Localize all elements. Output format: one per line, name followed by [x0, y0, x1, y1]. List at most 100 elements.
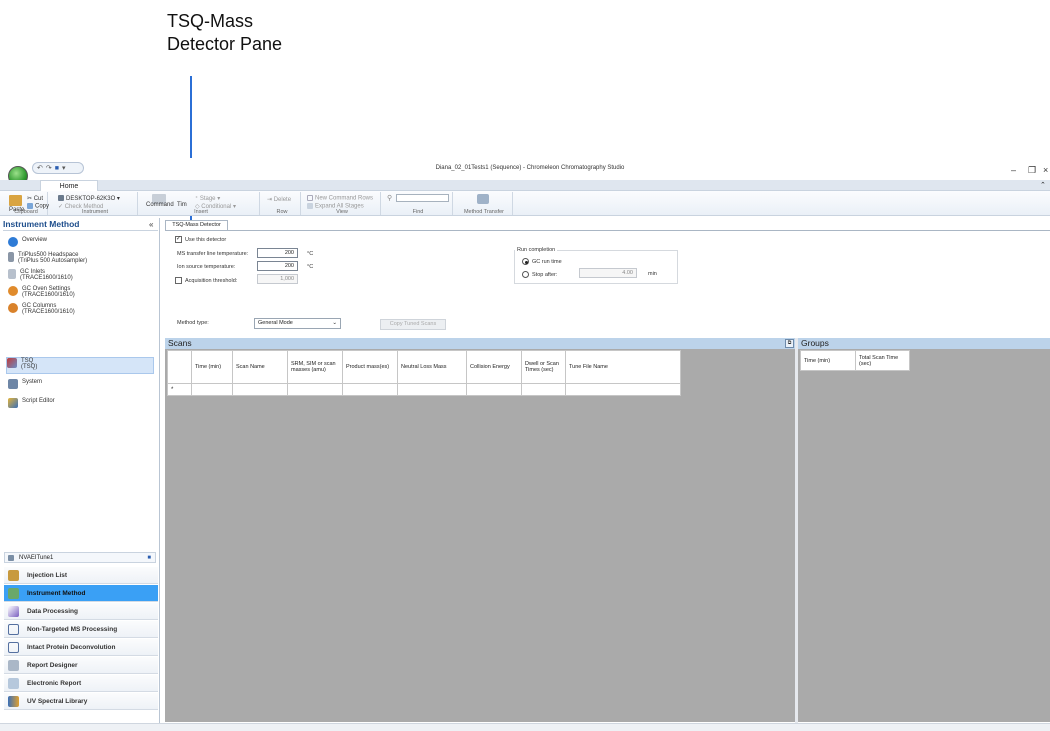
use-detector-checkbox[interactable]: ✓ Use this detector — [175, 236, 226, 243]
temp-unit: °C — [307, 264, 314, 270]
command-button[interactable]: Command — [146, 202, 174, 208]
save-icon[interactable]: ■ — [147, 555, 151, 561]
undo-icon[interactable]: ↶ — [37, 164, 43, 172]
table-cell[interactable] — [521, 383, 566, 396]
nav-uv-spectral-library[interactable]: UV Spectral Library — [4, 693, 158, 710]
callout-label: TSQ-Mass Detector Pane — [167, 11, 283, 54]
nav-item-tsq[interactable]: TSQ (TSQ) — [6, 357, 154, 374]
quick-access-toolbar[interactable]: ↶ ↷ ■ ▾ — [32, 162, 84, 174]
method-type-select[interactable]: General Mode ⌄ — [254, 318, 341, 329]
instrument-selector[interactable]: DESKTOP-62K3O ▾ — [58, 195, 120, 202]
collapse-pane-button[interactable]: « — [149, 220, 153, 229]
table-row[interactable]: * — [167, 383, 681, 396]
ribbon-group-label: Insert — [194, 209, 208, 215]
pane-title: Instrument Method — [3, 219, 158, 231]
column-header[interactable]: Scan Name — [232, 350, 288, 384]
scissors-icon: ✂ — [27, 196, 34, 202]
table-cell[interactable] — [565, 383, 681, 396]
status-bar — [0, 723, 1050, 731]
groups-table[interactable]: Time (min) Total Scan Time (sec) — [800, 350, 910, 371]
method-type-label: Method type: — [177, 320, 209, 326]
info-icon — [8, 237, 18, 247]
table-cell[interactable] — [397, 383, 467, 396]
column-header[interactable]: Collision Energy — [466, 350, 522, 384]
nav-item-gc-oven[interactable]: GC Oven Settings (TRACE1600/1610) — [8, 286, 156, 298]
inlet-icon — [8, 269, 16, 279]
column-header[interactable]: Total Scan Time (sec) — [855, 350, 910, 371]
table-cell[interactable] — [232, 383, 288, 396]
chevron-down-icon[interactable]: ▾ — [62, 164, 66, 172]
table-cell[interactable] — [287, 383, 343, 396]
checkbox-checked-icon: ✓ — [175, 236, 182, 243]
ion-source-input[interactable]: 200 — [257, 261, 298, 271]
stop-after-input[interactable]: 4.00 — [579, 268, 637, 278]
expand-panel-icon[interactable]: ⧉ — [785, 339, 794, 348]
nav-item-script-editor[interactable]: Script Editor — [8, 398, 156, 408]
tab-tsq-mass-detector[interactable]: TSQ-Mass Detector — [165, 220, 228, 230]
column-header[interactable]: SRM, SIM or scan masses (amu) — [287, 350, 343, 384]
oven-icon — [8, 286, 18, 296]
nav-non-targeted-ms[interactable]: Non-Targeted MS Processing — [4, 621, 158, 638]
nav-instrument-method[interactable]: Instrument Method — [4, 585, 158, 602]
nav-item-overview[interactable]: Overview — [8, 237, 156, 247]
binoculars-icon: ⚲ — [387, 195, 393, 202]
ribbon-group-label: Method Transfer — [463, 209, 505, 215]
redo-icon[interactable]: ↷ — [46, 164, 52, 172]
delete-button[interactable]: ⇥ Delete — [267, 196, 291, 203]
table-cell[interactable] — [466, 383, 522, 396]
scans-table[interactable]: Time (min) Scan Name SRM, SIM or scan ma… — [167, 350, 681, 396]
copy-tuned-scans-button[interactable]: Copy Tuned Scans — [380, 319, 446, 330]
column-header[interactable]: Product mass(es) — [342, 350, 398, 384]
close-icon[interactable]: × — [1043, 165, 1048, 175]
nav-item-gc-columns[interactable]: GC Columns (TRACE1600/1610) — [8, 303, 156, 315]
save-icon[interactable]: ■ — [55, 165, 59, 172]
report-designer-icon — [8, 659, 19, 671]
temp-unit: °C — [307, 251, 314, 257]
checkbox-unchecked-icon — [175, 277, 182, 284]
column-header[interactable]: Dwell or Scan Times (sec) — [521, 350, 566, 384]
nav-report-designer[interactable]: Report Designer — [4, 657, 158, 674]
ms-transfer-input[interactable]: 200 — [257, 248, 298, 258]
acquisition-threshold-input[interactable]: 1,000 — [257, 274, 298, 284]
radio-selected-icon — [522, 258, 529, 265]
scans-header: Scans — [165, 338, 795, 349]
script-icon — [8, 398, 18, 408]
paste-icon[interactable] — [9, 195, 22, 206]
injection-list-icon — [8, 569, 19, 581]
minimize-icon[interactable]: – — [1011, 165, 1016, 175]
tune-file-bar[interactable]: NVAEITune1 ■ — [4, 552, 156, 563]
column-header[interactable]: Time (min) — [191, 350, 233, 384]
scans-grid-area — [165, 349, 795, 722]
groups-header: Groups — [798, 338, 1050, 349]
groups-grid-area — [798, 349, 1050, 722]
delete-icon: ⇥ — [267, 197, 274, 203]
column-header[interactable]: Tune File Name — [565, 350, 681, 384]
checkbox-icon — [307, 195, 313, 201]
column-header[interactable]: Time (min) — [800, 350, 856, 371]
find-input[interactable] — [396, 194, 449, 202]
gc-run-time-radio[interactable]: GC run time — [522, 258, 562, 265]
instrument-method-icon — [8, 587, 19, 599]
nav-item-headspace[interactable]: TriPlus500 Headspace (TriPlus 500 Autosam… — [8, 252, 156, 264]
tune-file-icon — [8, 554, 14, 561]
nav-data-processing[interactable]: Data Processing — [4, 603, 158, 620]
stage-button[interactable]: ⁺ Stage ▾ — [195, 195, 220, 202]
nav-intact-protein[interactable]: Intact Protein Deconvolution — [4, 639, 158, 656]
ribbon-minimize-icon[interactable]: ⌃ — [1040, 181, 1046, 189]
ms-transfer-label: MS transfer line temperature: — [177, 251, 249, 257]
computer-icon — [58, 195, 64, 202]
time-button[interactable]: Tim — [177, 202, 187, 208]
table-cell[interactable] — [342, 383, 398, 396]
column-header[interactable]: Neutral Loss Mass — [397, 350, 467, 384]
nav-injection-list[interactable]: Injection List — [4, 567, 158, 584]
stop-after-radio[interactable]: Stop after: — [522, 271, 557, 278]
table-cell[interactable] — [191, 383, 233, 396]
nav-item-gc-inlets[interactable]: GC Inlets (TRACE1600/1610) — [8, 269, 156, 281]
speedup-icon — [477, 194, 489, 204]
cut-button[interactable]: ✂ Cut — [27, 195, 43, 202]
nav-item-system[interactable]: System — [8, 379, 156, 389]
acquisition-threshold-checkbox[interactable]: Acquisition threshold: — [175, 277, 237, 284]
restore-icon[interactable]: ❐ — [1028, 165, 1036, 176]
nav-electronic-report[interactable]: Electronic Report — [4, 675, 158, 692]
new-command-rows-button[interactable]: New Command Rows — [307, 195, 373, 202]
